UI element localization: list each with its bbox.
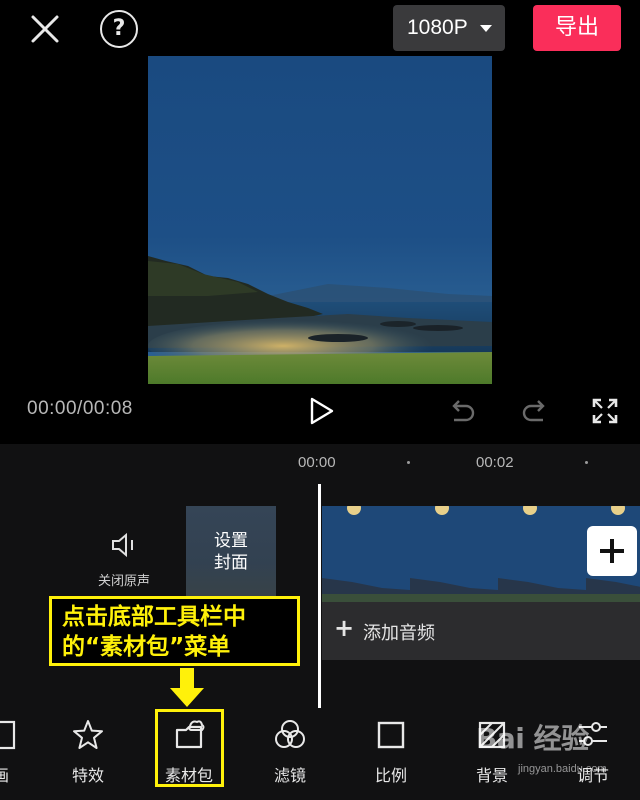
clip-frame	[322, 506, 410, 602]
tool-label: 滤镜	[273, 766, 306, 785]
preview-area: 00:00/00:08	[0, 56, 640, 444]
watermark-url: jingyan.baidu.com	[518, 763, 607, 775]
down-arrow-icon	[170, 668, 204, 707]
top-bar: ? 1080P 导出	[0, 0, 640, 56]
fullscreen-icon[interactable]	[590, 396, 620, 426]
video-preview[interactable]	[148, 56, 492, 384]
set-cover-button[interactable]: 设置 封面	[186, 506, 276, 602]
filter-icon	[275, 720, 305, 748]
seascape-image	[148, 56, 492, 384]
effects-star-icon	[73, 720, 103, 749]
tool-canvas[interactable]: 画	[0, 710, 40, 800]
tick-dot	[585, 461, 588, 464]
tick-label: 00:00	[298, 454, 336, 471]
resolution-dropdown[interactable]: 1080P	[393, 5, 505, 51]
help-icon[interactable]: ?	[100, 10, 138, 48]
export-button[interactable]: 导出	[533, 5, 621, 51]
add-audio-label: 添加音频	[363, 623, 435, 644]
ratio-icon	[377, 721, 405, 749]
canvas-icon	[0, 720, 16, 750]
add-audio-button[interactable]: + 添加音频	[322, 602, 640, 660]
play-icon[interactable]	[306, 396, 336, 426]
mute-original-button[interactable]: 关闭原声	[86, 524, 162, 594]
cover-label-line1: 设置	[214, 531, 248, 551]
clip-frame	[410, 506, 498, 602]
add-clip-button[interactable]	[587, 526, 637, 576]
plus-icon: +	[334, 614, 355, 642]
timeline-ruler[interactable]: 00:00 00:02	[0, 444, 640, 484]
mute-label: 关闭原声	[97, 574, 150, 589]
close-icon[interactable]	[26, 10, 64, 48]
undo-icon[interactable]	[447, 396, 477, 426]
tick-label: 00:02	[476, 454, 514, 471]
caret-down-icon	[480, 25, 492, 32]
cover-label-line2: 封面	[214, 553, 248, 573]
tool-filter[interactable]: 滤镜	[251, 710, 329, 800]
tool-label: 比例	[374, 766, 407, 785]
clip-frame	[498, 506, 586, 602]
time-readout: 00:00/00:08	[27, 398, 133, 419]
tool-effects[interactable]: 特效	[49, 710, 127, 800]
resolution-label: 1080P	[407, 16, 468, 39]
tick-dot	[407, 461, 410, 464]
watermark-mark: Bai 经验	[476, 722, 589, 755]
tool-label: 画	[0, 766, 9, 785]
tool-label: 特效	[71, 766, 104, 785]
annotation-callout: 点击底部工具栏中 的“素材包”菜单	[49, 596, 300, 666]
speaker-icon	[112, 532, 133, 558]
redo-icon[interactable]	[520, 396, 550, 426]
tool-ratio[interactable]: 比例	[352, 710, 430, 800]
playhead[interactable]	[318, 484, 321, 708]
baidu-watermark: Bai 经验 jingyan.baidu.com	[470, 717, 640, 787]
callout-line1: 点击底部工具栏中	[62, 604, 246, 630]
cover-label: 设置 封面	[186, 530, 276, 574]
highlight-box	[155, 709, 224, 787]
callout-line2: 的“素材包”菜单	[62, 634, 231, 660]
